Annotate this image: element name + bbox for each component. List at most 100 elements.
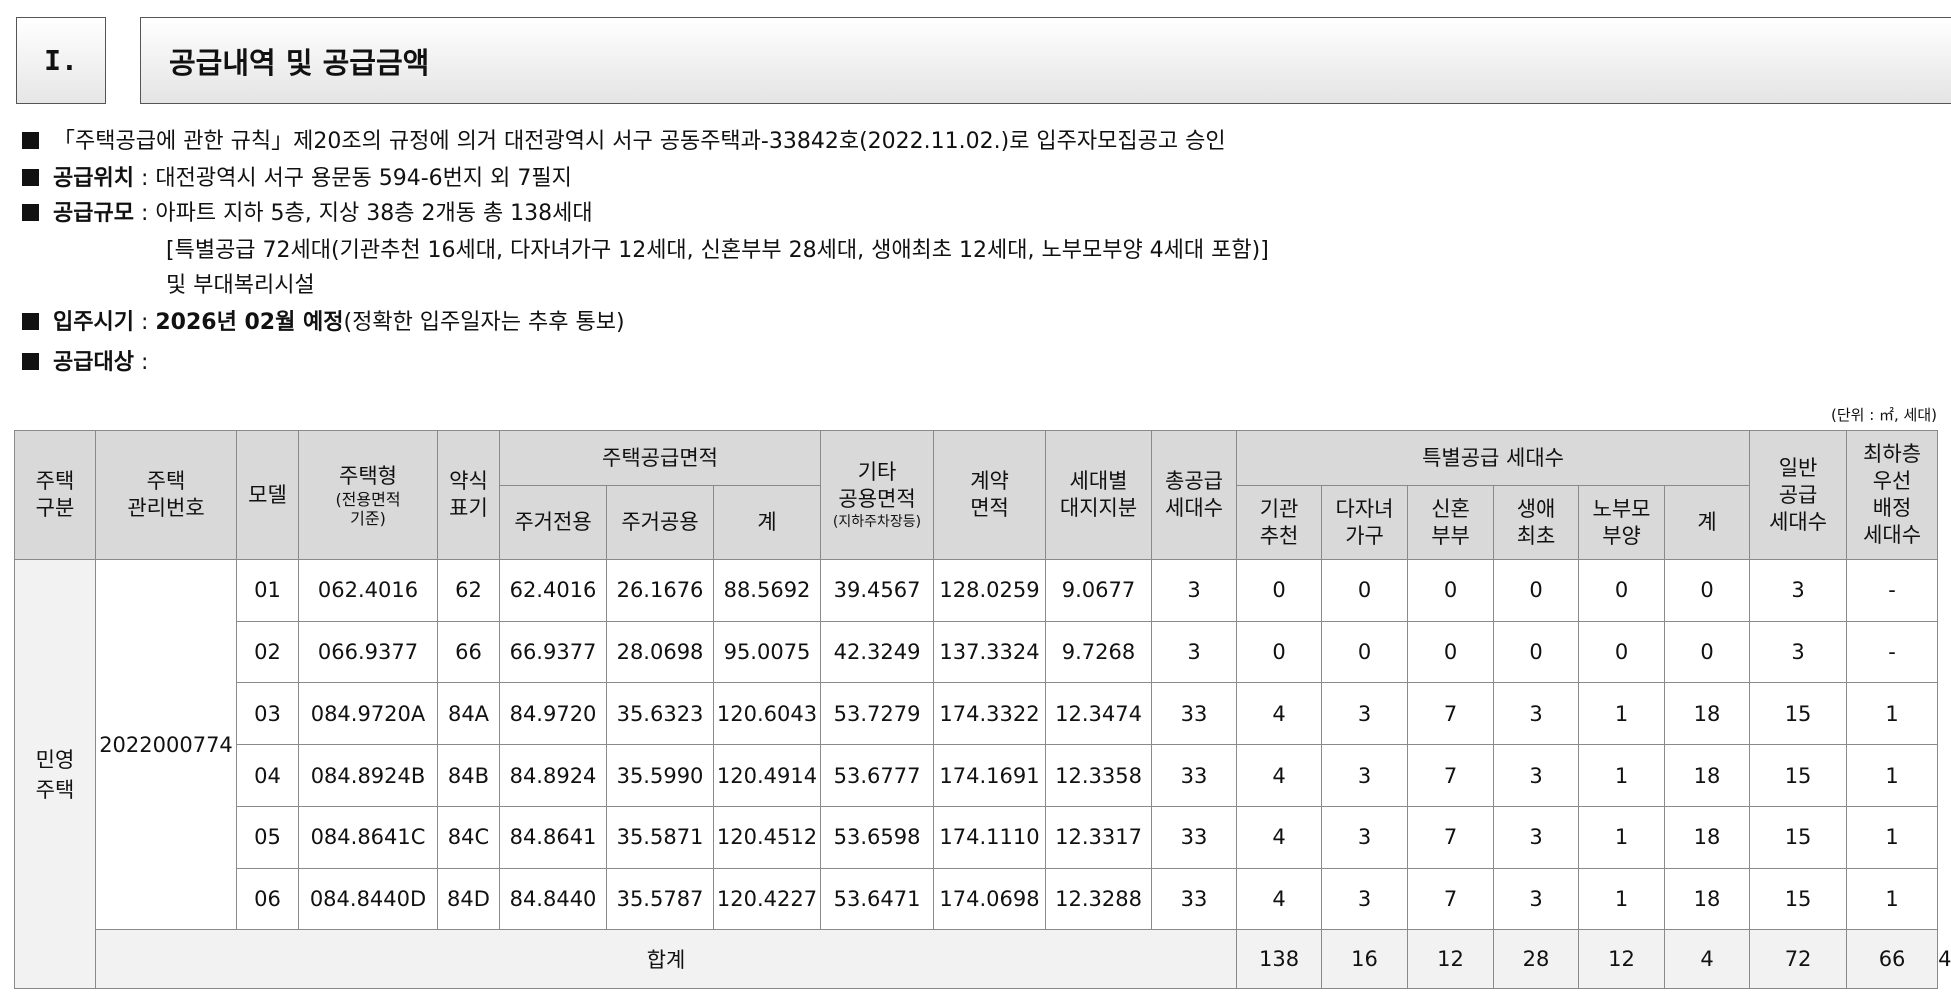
table-cell: 0 xyxy=(1664,620,1751,684)
table-cell: 12.3358 xyxy=(1045,744,1153,807)
table-cell: 01 xyxy=(236,559,299,622)
table-cell: - xyxy=(1846,620,1939,684)
header-newlywed: 신혼 부부 xyxy=(1407,485,1495,560)
movein-line: 입주시기 : 2026년 02월 예정(정확한 입주일자는 추후 통보) xyxy=(22,309,625,337)
movein-date: 2026년 02월 예정 xyxy=(155,310,344,335)
table-cell: 35.5787 xyxy=(606,867,714,931)
location-value: : 대전광역시 서구 용문동 594-6번지 외 7필지 xyxy=(133,166,572,191)
table-row: 민영 주택 2022000774 01 062.4016 62 62.4016 2… xyxy=(14,558,1939,989)
table-cell: 62.4016 xyxy=(499,559,607,622)
table-cell: 26.1676 xyxy=(606,559,714,622)
total-label: 합계 xyxy=(94,929,1238,989)
housing-type-cell: 민영 주택 xyxy=(14,559,96,989)
header-land-share: 세대별 대지지분 xyxy=(1045,430,1153,560)
table-cell: 1 xyxy=(1578,805,1666,869)
total-row: 합계 138 16 12 28 12 4 72 66 4 xyxy=(15,929,1951,989)
table-cell: 128.0259 xyxy=(933,559,1047,622)
table-cell: 33 xyxy=(1151,867,1238,931)
table-cell: 3 xyxy=(1151,620,1238,684)
total-cell: 12 xyxy=(1407,929,1495,989)
table-cell: 137.3324 xyxy=(933,620,1047,684)
scale-label: 공급규모 xyxy=(53,201,134,226)
table-cell: 174.0698 xyxy=(933,867,1047,931)
header-abbr: 약식 표기 xyxy=(437,430,500,560)
table-cell: 1 xyxy=(1846,805,1939,869)
table-cell: 1 xyxy=(1578,744,1666,807)
table-cell: 66.9377 xyxy=(499,620,607,684)
table-cell: 42.3249 xyxy=(820,620,935,684)
header-model: 모델 xyxy=(236,430,299,560)
table-cell: 4 xyxy=(1236,867,1323,931)
table-cell: 120.6043 xyxy=(712,682,822,746)
square-bullet-icon xyxy=(22,313,39,330)
total-cell: 4 xyxy=(1664,929,1751,989)
target-separator: : xyxy=(133,350,149,375)
table-cell: 1 xyxy=(1846,867,1939,931)
table-cell: 12.3474 xyxy=(1045,682,1153,746)
table-cell: 06 xyxy=(236,867,299,931)
table-cell: 3 xyxy=(1321,867,1409,931)
header-contract-area: 계약 면적 xyxy=(933,430,1047,560)
header-institution: 기관 추천 xyxy=(1236,485,1323,560)
header-common: 주거공용 xyxy=(606,485,714,560)
total-cell: 28 xyxy=(1493,929,1580,989)
table-row: 05 084.8641C 84C 84.8641 35.5871 120.451… xyxy=(15,805,1939,869)
section-title: 공급내역 및 공급금액 xyxy=(140,17,1951,104)
square-bullet-icon xyxy=(22,132,39,149)
table-cell: - xyxy=(1846,559,1939,622)
table-cell: 7 xyxy=(1407,805,1495,869)
table-cell: 15 xyxy=(1749,744,1848,807)
scale-value: : 아파트 지하 5층, 지상 38층 2개동 총 138세대 xyxy=(133,201,593,226)
table-cell: 120.4914 xyxy=(712,744,822,807)
table-cell: 84C xyxy=(437,805,500,869)
table-row: 03 084.9720A 84A 84.9720 35.6323 120.604… xyxy=(15,682,1939,746)
movein-note: (정확한 입주일자는 추후 통보) xyxy=(343,310,625,335)
table-cell: 1 xyxy=(1578,867,1666,931)
table-cell: 15 xyxy=(1749,805,1848,869)
header-special: 특별공급 세대수 xyxy=(1236,430,1751,486)
scale-detail: [특별공급 72세대(기관추천 16세대, 다자녀가구 12세대, 신혼부부 2… xyxy=(166,238,1269,263)
table-cell: 33 xyxy=(1151,744,1238,807)
table-cell: 03 xyxy=(236,682,299,746)
location-line: 공급위치 : 대전광역시 서구 용문동 594-6번지 외 7필지 xyxy=(22,165,572,193)
table-cell: 084.8924B xyxy=(298,744,438,807)
table-cell: 0 xyxy=(1493,559,1580,622)
total-cell: 138 xyxy=(1236,929,1323,989)
total-cell: 72 xyxy=(1749,929,1848,989)
table-cell: 84.8641 xyxy=(499,805,607,869)
table-cell: 35.5990 xyxy=(606,744,714,807)
table-cell: 120.4512 xyxy=(712,805,822,869)
supply-table: 주택 구분 주택 관리번호 모델 주택형 (전용면적 기준) 약식 표기 주택공급면적 기… xyxy=(14,430,1951,989)
table-cell: 4 xyxy=(1236,744,1323,807)
header-exclusive: 주거전용 xyxy=(499,485,607,560)
header-special-sum: 계 xyxy=(1664,485,1751,560)
location-label: 공급위치 xyxy=(53,166,134,191)
table-row: 02 066.9377 66 66.9377 28.0698 95.0075 4… xyxy=(15,620,1939,684)
header-management-no: 주택 관리번호 xyxy=(95,430,237,560)
table-cell: 120.4227 xyxy=(712,867,822,931)
section-number: I. xyxy=(16,17,106,104)
table-cell: 4 xyxy=(1236,682,1323,746)
table-cell: 3 xyxy=(1493,682,1580,746)
table-cell: 3 xyxy=(1321,805,1409,869)
table-cell: 3 xyxy=(1321,682,1409,746)
table-cell: 18 xyxy=(1664,744,1751,807)
table-cell: 3 xyxy=(1493,867,1580,931)
table-cell: 84.8924 xyxy=(499,744,607,807)
target-label: 공급대상 xyxy=(53,350,134,375)
table-cell: 0 xyxy=(1493,620,1580,684)
table-cell: 3 xyxy=(1749,559,1848,622)
header-lowest-floor: 최하층 우선 배정 세대수 xyxy=(1846,430,1939,560)
table-cell: 84D xyxy=(437,867,500,931)
table-cell: 9.7268 xyxy=(1045,620,1153,684)
table-cell: 35.6323 xyxy=(606,682,714,746)
table-cell: 53.6598 xyxy=(820,805,935,869)
total-cell: 12 xyxy=(1578,929,1666,989)
table-cell: 062.4016 xyxy=(298,559,438,622)
table-cell: 0 xyxy=(1664,559,1751,622)
table-cell: 84A xyxy=(437,682,500,746)
table-cell: 62 xyxy=(437,559,500,622)
header-housing-type: 주택 구분 xyxy=(14,430,96,560)
table-cell: 05 xyxy=(236,805,299,869)
table-cell: 53.6777 xyxy=(820,744,935,807)
